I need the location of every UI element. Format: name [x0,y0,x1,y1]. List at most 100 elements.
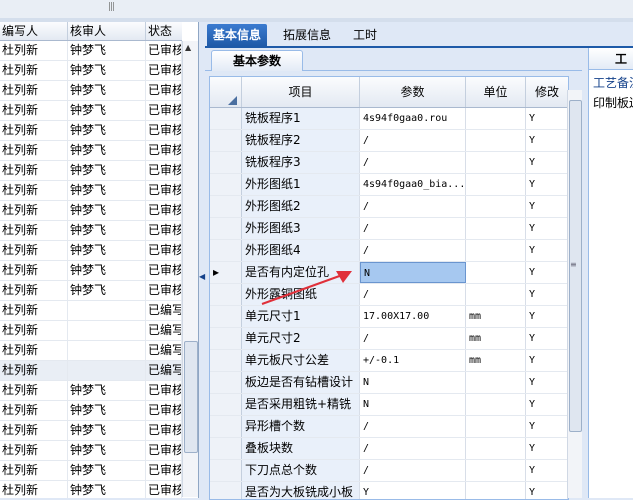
record-list-scrollbar[interactable]: ▲ [182,41,198,497]
param-cell[interactable]: / [360,438,466,459]
list-item[interactable]: 杜列新 钟梦飞 已审核 [0,181,182,201]
table-row[interactable]: 叠板块数 / Y [210,438,568,460]
param-cell[interactable]: / [360,196,466,217]
current-row-icon[interactable]: ▸ [210,262,242,283]
table-row[interactable]: 异形槽个数 / Y [210,416,568,438]
param-cell[interactable]: N [360,262,466,283]
param-cell[interactable]: / [360,152,466,173]
scrollbar-thumb[interactable] [184,341,198,453]
row-indicator[interactable] [210,482,242,499]
column-header-param[interactable]: 参数 [360,77,466,107]
param-cell[interactable]: / [360,284,466,305]
row-indicator[interactable] [210,460,242,481]
param-cell[interactable]: 4s94f0gaa0.rou [360,108,466,129]
unit-cell: mm [466,350,526,371]
param-cell[interactable]: / [360,460,466,481]
column-header-reviewer[interactable]: 核审人 [68,22,146,40]
list-item[interactable]: 杜列新 已编写 [0,321,182,341]
param-cell[interactable]: / [360,240,466,261]
table-row[interactable]: 单元尺寸2/mm Y [210,328,568,350]
list-item[interactable]: 杜列新 钟梦飞 已审核 [0,141,182,161]
tab-basic-info[interactable]: 基本信息 [207,24,268,46]
param-cell[interactable]: 4s94f0gaa0_bia... [360,174,466,195]
row-indicator[interactable] [210,196,242,217]
row-indicator[interactable] [210,284,242,305]
row-indicator[interactable] [210,218,242,239]
column-header-unit[interactable]: 单位 [466,77,526,107]
row-indicator[interactable] [210,350,242,371]
list-item[interactable]: 杜列新 钟梦飞 已审核 [0,381,182,401]
row-indicator[interactable] [210,372,242,393]
scroll-up-icon[interactable]: ▲ [185,43,191,52]
table-row[interactable]: 外形图纸2/ Y [210,196,568,218]
param-cell[interactable]: N [360,394,466,415]
reviewer-cell: 钟梦飞 [68,41,146,60]
list-item[interactable]: 杜列新 钟梦飞 已审核 [0,261,182,281]
row-indicator[interactable] [210,438,242,459]
param-cell[interactable]: / [360,328,466,349]
table-row[interactable]: 外形露铜图纸 / Y [210,284,568,306]
row-indicator[interactable] [210,328,242,349]
list-item[interactable]: 杜列新 钟梦飞 已审核 [0,481,182,498]
modify-cell: Y [526,350,568,371]
column-header-status[interactable]: 状态 [146,22,182,40]
table-row[interactable]: 铣板程序2/ Y [210,130,568,152]
row-indicator[interactable] [210,108,242,129]
tab-basic-params[interactable]: 基本参数 [211,50,303,71]
toolbar-grip-icon[interactable]: ||| [108,2,116,12]
table-row[interactable]: 铣板程序1 4s94f0gaa0.rou Y [210,108,568,130]
list-item[interactable]: 杜列新 钟梦飞 已审核 [0,61,182,81]
param-cell[interactable]: 17.00X17.00 [360,306,466,327]
left-splitter[interactable]: ◀ [199,22,205,498]
list-item[interactable]: 杜列新 钟梦飞 已审核 [0,241,182,261]
table-row[interactable]: 是否采用粗铣+精铣 N Y [210,394,568,416]
column-header-item[interactable]: 项目 [242,77,360,107]
column-header-modify[interactable]: 修改 [526,77,568,107]
row-indicator[interactable] [210,394,242,415]
table-row[interactable]: 外形图纸1 4s94f0gaa0_bia... Y [210,174,568,196]
tab-work-hours[interactable]: 工时 [347,24,383,46]
table-row[interactable]: 下刀点总个数 / Y [210,460,568,482]
row-indicator[interactable] [210,416,242,437]
row-indicator[interactable] [210,130,242,151]
param-cell[interactable]: / [360,130,466,151]
collapse-left-icon[interactable]: ◀ [199,272,205,281]
list-item[interactable]: 杜列新 已编写 [0,361,182,381]
param-cell[interactable]: N [360,372,466,393]
table-row[interactable]: ▸ 是否有内定位孔 N Y [210,262,568,284]
table-row[interactable]: 外形图纸4/ Y [210,240,568,262]
table-row[interactable]: 单元尺寸1 17.00X17.00 mm Y [210,306,568,328]
row-indicator[interactable] [210,174,242,195]
list-item[interactable]: 杜列新 钟梦飞 已审核 [0,101,182,121]
row-indicator[interactable] [210,152,242,173]
list-item[interactable]: 杜列新 钟梦飞 已审核 [0,461,182,481]
list-item[interactable]: 杜列新 钟梦飞 已审核 [0,401,182,421]
params-grid-scrollbar[interactable]: ≡ [567,90,582,498]
table-row[interactable]: 铣板程序3/ Y [210,152,568,174]
column-header-author[interactable]: 编写人 [0,22,68,40]
param-cell[interactable]: / [360,416,466,437]
list-item[interactable]: 杜列新 钟梦飞 已审核 [0,201,182,221]
row-indicator[interactable] [210,306,242,327]
tab-extended-info[interactable]: 拓展信息 [277,24,337,46]
modify-cell: Y [526,284,568,305]
param-cell[interactable]: / [360,218,466,239]
table-row[interactable]: 是否为大板铣成小板 Y Y [210,482,568,499]
list-item[interactable]: 杜列新 钟梦飞 已审核 [0,81,182,101]
list-item[interactable]: 杜列新 钟梦飞 已审核 [0,121,182,141]
list-item[interactable]: 杜列新 钟梦飞 已审核 [0,221,182,241]
row-indicator[interactable] [210,240,242,261]
list-item[interactable]: 杜列新 钟梦飞 已审核 [0,41,182,61]
list-item[interactable]: 杜列新 钟梦飞 已审核 [0,421,182,441]
param-cell[interactable]: Y [360,482,466,499]
table-row[interactable]: 外形图纸3/ Y [210,218,568,240]
table-row[interactable]: 单元板尺寸公差 +/-0.1 mm Y [210,350,568,372]
status-cell: 已审核 [146,121,182,140]
list-item[interactable]: 杜列新 已编写 [0,341,182,361]
list-item[interactable]: 杜列新 已编写 [0,301,182,321]
list-item[interactable]: 杜列新 钟梦飞 已审核 [0,281,182,301]
param-cell[interactable]: +/-0.1 [360,350,466,371]
list-item[interactable]: 杜列新 钟梦飞 已审核 [0,441,182,461]
table-row[interactable]: 板边是否有钻槽设计 N Y [210,372,568,394]
list-item[interactable]: 杜列新 钟梦飞 已审核 [0,161,182,181]
